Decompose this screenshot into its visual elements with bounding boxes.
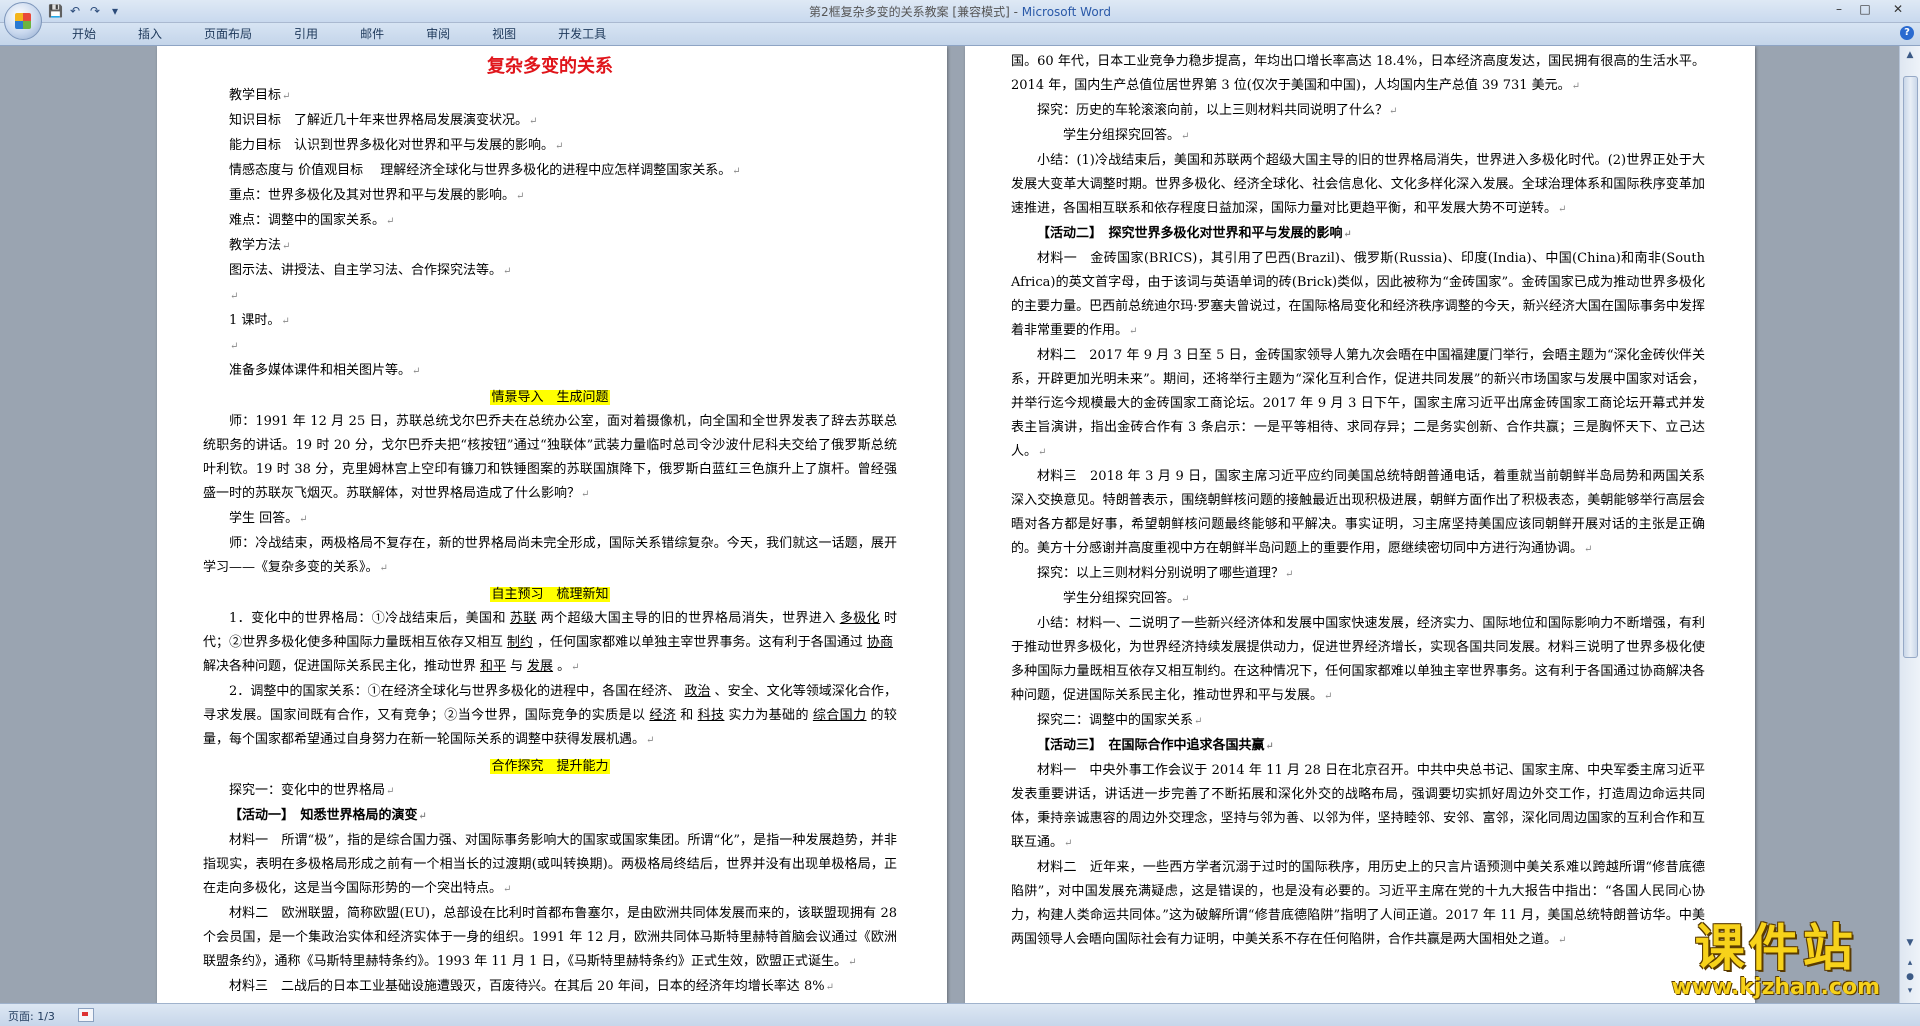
- page-indicator[interactable]: 页面: 1/3: [8, 1008, 55, 1024]
- paragraph: 师：冷战结束，两极格局不复存在，新的世界格局尚未完全形成，国际关系错综复杂。今天…: [203, 536, 897, 575]
- paragraph: 学生 回答。↵: [229, 511, 308, 526]
- left-intro-lines: 教学目标↵ 知识目标 了解近几十年来世界格局发展演变状况。↵ 能力目标 认识到世界多…: [203, 84, 897, 384]
- page-left: 复杂多变的关系 教学目标↵ 知识目标 了解近几十年来世界格局发展演变状况。↵ 能力目…: [157, 46, 947, 1003]
- title-bar: 💾 ↶ ↷ ▾ 第2框复杂多变的关系教案 [兼容模式] - Microsoft …: [0, 0, 1920, 40]
- right-page-paragraphs: 国。60 年代，日本工业竞争力稳步提高，年均出口增长率高达 18.4%，日本经济…: [1011, 50, 1705, 953]
- watermark-title: 课件站: [1694, 919, 1857, 977]
- paragraph: 小结：材料一、二说明了一些新兴经济体和发展中国家快速发展，经济实力、国际地位和国…: [1011, 616, 1705, 703]
- document-area: 复杂多变的关系 教学目标↵ 知识目标 了解近几十年来世界格局发展演变状况。↵ 能力目…: [0, 46, 1900, 1003]
- close-icon[interactable]: ✕: [1878, 0, 1918, 18]
- paragraph: 探究：以上三则材料分别说明了哪些道理？↵: [1037, 566, 1294, 581]
- paragraph: 探究一：变化中的世界格局↵: [229, 783, 395, 798]
- paragraph: 教学方法↵: [229, 238, 291, 253]
- paragraph: 学生分组探究回答。↵: [1063, 128, 1190, 143]
- browse-object-icon[interactable]: ●: [1903, 970, 1917, 984]
- paragraph: 学生分组探究回答。↵: [1063, 591, 1190, 606]
- heading-self-preview: 自主预习 梳理新知: [490, 587, 610, 602]
- ribbon-tabs: 开始 插入 页面布局 引用 邮件 审阅 视图 开发工具: [60, 26, 636, 42]
- paragraph: 重点：世界多极化及其对世界和平与发展的影响。↵: [229, 188, 525, 203]
- paragraph: 图示法、讲授法、自主学习法、合作探究法等。↵: [229, 263, 512, 278]
- title-separator: -: [1009, 5, 1022, 19]
- proofing-icon[interactable]: [78, 1008, 94, 1022]
- blank-answer: 制约: [506, 635, 533, 650]
- blank-answer: 科技: [697, 708, 725, 723]
- blank-answer: 多极化: [839, 611, 880, 626]
- status-bar: 页面: 1/3: [0, 1003, 1920, 1026]
- blank-answer: 政治: [684, 684, 711, 699]
- tab-home[interactable]: 开始: [60, 26, 108, 42]
- blank-answer: 协商: [866, 635, 893, 650]
- heading-situation-intro: 情景导入 生成问题: [490, 390, 610, 405]
- tab-developer[interactable]: 开发工具: [546, 26, 618, 42]
- paragraph: 【活动三】 在国际合作中追求各国共赢↵: [1037, 738, 1274, 753]
- review-paragraph-2: 2．调整中的国家关系：①在经济全球化与世界多极化的进程中，各国在经济、 政治 、安全…: [203, 684, 897, 747]
- blank-answer: 和平: [480, 659, 507, 674]
- scroll-up-icon[interactable]: ▲: [1903, 48, 1917, 62]
- paragraph: 材料二 2017 年 9 月 3 日至 5 日，金砖国家领导人第九次会晤在中国福…: [1011, 348, 1705, 459]
- paragraph: 情感态度与 价值观目标 理解经济全球化与世界多极化的进程中应怎样调整国家关系。↵: [229, 163, 741, 178]
- section-heading: 自主预习 梳理新知: [203, 581, 897, 607]
- paragraph: 材料三 2018 年 3 月 9 日，国家主席习近平应约同美国总统特朗普通电话，…: [1011, 469, 1705, 556]
- minimize-icon[interactable]: –: [1826, 0, 1852, 18]
- paragraph: 材料一 中央外事工作会议于 2014 年 11 月 28 日在北京召开。中共中央…: [1011, 763, 1705, 850]
- paragraph: 探究：历史的车轮滚滚向前，以上三则材料共同说明了什么？↵: [1037, 103, 1398, 118]
- section-heading: 合作探究 提升能力: [203, 753, 897, 779]
- tab-review[interactable]: 审阅: [414, 26, 462, 42]
- watermark-url: www.kjzhan.com: [1671, 975, 1880, 1000]
- document-title: 复杂多变的关系: [487, 56, 613, 77]
- app-name: Microsoft Word: [1021, 5, 1112, 19]
- section-heading: 情景导入 生成问题: [203, 384, 897, 410]
- blank-answer: 经济: [649, 708, 677, 723]
- left-intro-paragraphs: 师：1991 年 12 月 25 日，苏联总统戈尔巴乔夫在总统办公室，面对着摄像…: [203, 410, 897, 581]
- document-name: 第2框复杂多变的关系教案 [兼容模式]: [808, 5, 1010, 19]
- paragraph: 材料二 欧洲联盟，简称欧盟(EU)，总部设在比利时首都布鲁塞尔，是由欧洲共同体发…: [203, 906, 897, 969]
- heading-cooperative-inquiry: 合作探究 提升能力: [490, 759, 610, 774]
- scrollbar-thumb[interactable]: [1903, 76, 1918, 658]
- next-page-icon[interactable]: ▾: [1903, 984, 1917, 998]
- paragraph: 【活动二】 探究世界多极化对世界和平与发展的影响↵: [1037, 226, 1352, 241]
- scroll-down-icon[interactable]: ▼: [1903, 936, 1917, 950]
- window-controls: – □ ✕: [1826, 0, 1918, 18]
- left-inquiry-paragraphs: 探究一：变化中的世界格局↵ 【活动一】 知悉世界格局的演变↵ 材料一 所谓“极”，指…: [203, 779, 897, 1000]
- review-paragraph-1: 1．变化中的世界格局：①冷战结束后，美国和 苏联 两个超级大国主导的旧的世界格局消失…: [203, 611, 897, 674]
- office-logo-icon: [15, 13, 31, 29]
- paragraph: 材料二 近年来，一些西方学者沉溺于过时的国际秩序，用历史上的只言片语预测中美关系…: [1011, 860, 1705, 947]
- vertical-scrollbar[interactable]: ▲ ▼ ▴ ● ▾: [1899, 46, 1920, 1003]
- tab-page-layout[interactable]: 页面布局: [192, 26, 264, 42]
- paragraph: 1 课时。↵: [229, 313, 290, 328]
- paragraph: 材料一 金砖国家(BRICS)，其引用了巴西(Brazil)、俄罗斯(Russi…: [1011, 251, 1705, 338]
- blank-answer: 综合国力: [812, 708, 867, 723]
- blank-answer: 苏联: [509, 611, 537, 626]
- office-button[interactable]: [4, 2, 42, 40]
- watermark-logo: 课件站 www.kjzhan.com: [1671, 920, 1880, 1000]
- paragraph: 【活动一】 知悉世界格局的演变↵: [229, 808, 427, 823]
- paragraph: 教学目标↵: [229, 88, 291, 103]
- blank-answer: 发展: [527, 659, 554, 674]
- tab-insert[interactable]: 插入: [126, 26, 174, 42]
- page-right: 国。60 年代，日本工业竞争力稳步提高，年均出口增长率高达 18.4%，日本经济…: [965, 46, 1755, 1003]
- paragraph: 材料三 二战后的日本工业基础设施遭毁灭，百废待兴。在其后 20 年间，日本的经济…: [229, 979, 834, 994]
- paragraph: 小结：(1)冷战结束后，美国和苏联两个超级大国主导的旧的世界格局消失，世界进入多…: [1011, 153, 1705, 216]
- window-title: 第2框复杂多变的关系教案 [兼容模式] - Microsoft Word: [0, 3, 1920, 20]
- paragraph: 能力目标 认识到世界多极化对世界和平与发展的影响。↵: [229, 138, 564, 153]
- paragraph: 探究二：调整中的国家关系↵: [1037, 713, 1203, 728]
- tab-mailings[interactable]: 邮件: [348, 26, 396, 42]
- paragraph: 材料一 所谓“极”，指的是综合国力强、对国际事务影响大的国家或国家集团。所谓“化…: [203, 833, 897, 896]
- paragraph: 难点：调整中的国家关系。↵: [229, 213, 395, 228]
- paragraph: 师：1991 年 12 月 25 日，苏联总统戈尔巴乔夫在总统办公室，面对着摄像…: [203, 414, 897, 501]
- paragraph: 国。60 年代，日本工业竞争力稳步提高，年均出口增长率高达 18.4%，日本经济…: [1011, 54, 1705, 93]
- paragraph: 准备多媒体课件和相关图片等。↵: [229, 363, 421, 378]
- paragraph: 知识目标 了解近几十年来世界格局发展演变状况。↵: [229, 113, 538, 128]
- tab-view[interactable]: 视图: [480, 26, 528, 42]
- maximize-icon[interactable]: □: [1852, 0, 1878, 18]
- previous-page-icon[interactable]: ▴: [1903, 956, 1917, 970]
- help-icon[interactable]: ?: [1900, 26, 1914, 40]
- paragraph: ↵: [230, 341, 239, 352]
- ribbon-tab-bar: 开始 插入 页面布局 引用 邮件 审阅 视图 开发工具 ?: [0, 23, 1920, 46]
- tab-references[interactable]: 引用: [282, 26, 330, 42]
- paragraph: ↵: [230, 291, 239, 302]
